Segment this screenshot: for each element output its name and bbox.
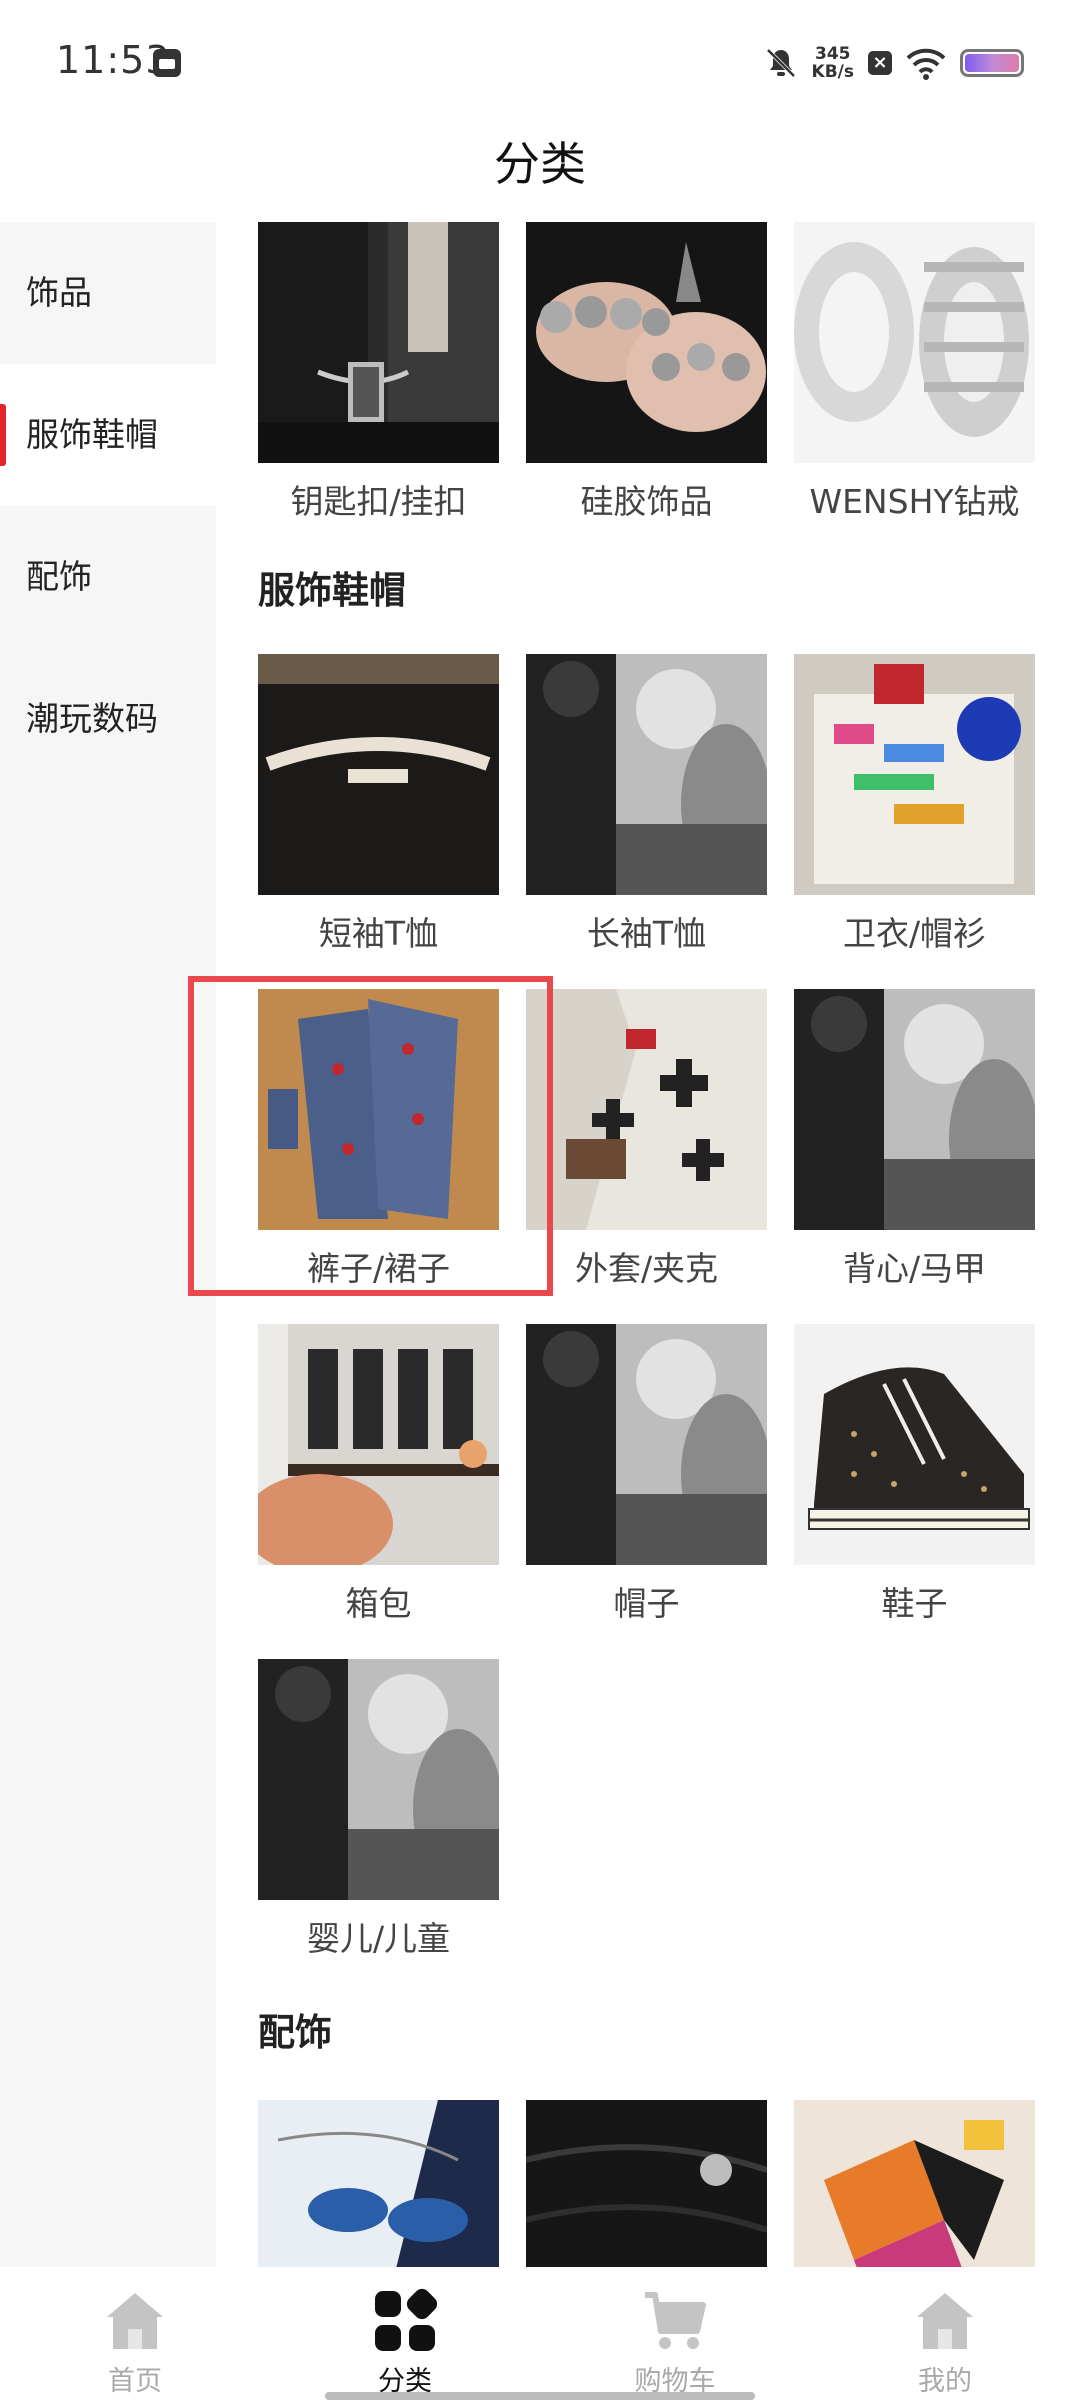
status-icons: 345 KB/s × <box>764 38 1024 88</box>
status-bar: 11:53 345 KB/s × <box>0 0 1080 125</box>
wifi-icon <box>906 48 946 80</box>
black-tshirt-photo <box>258 654 499 895</box>
bottom-navigation: 首页 分类 购物车 我的 <box>0 2267 1080 2408</box>
home-indicator-bar[interactable] <box>325 2392 755 2400</box>
sidebar-item-apparel[interactable]: 服饰鞋帽 <box>0 364 216 506</box>
sidebar-item-jewelry[interactable]: 饰品 <box>0 222 216 364</box>
diamond-rings-photo <box>794 222 1035 463</box>
network-speed: 345 KB/s <box>812 45 854 81</box>
store-flowers-photo <box>258 1324 499 1565</box>
category-tile[interactable]: 鞋子 <box>794 1324 1035 1625</box>
rings-hands-photo <box>526 222 767 463</box>
category-tile[interactable]: 箱包 <box>258 1324 499 1625</box>
nav-label: 我的 <box>918 2366 972 2397</box>
category-tile[interactable]: 背心/马甲 <box>794 989 1035 1290</box>
profile-icon <box>917 2293 973 2349</box>
nav-label: 首页 <box>108 2366 162 2397</box>
cross-jacket-photo <box>526 989 767 1230</box>
leather-bag-photo <box>526 2100 767 2267</box>
category-tile[interactable]: 帽子 <box>526 1324 767 1625</box>
category-tile[interactable]: 短袖T恤 <box>258 654 499 955</box>
category-tile[interactable]: 长袖T恤 <box>526 654 767 955</box>
tile-label: 钥匙扣/挂扣 <box>290 482 467 521</box>
nav-cart[interactable]: 购物车 <box>540 2267 810 2408</box>
tile-label: 婴儿/儿童 <box>306 1919 451 1958</box>
tile-label: 背心/马甲 <box>842 1249 987 1288</box>
category-tile[interactable] <box>258 2100 499 2267</box>
high-top-sneaker-photo <box>794 1324 1035 1565</box>
category-tile[interactable]: 硅胶饰品 <box>526 222 767 523</box>
calendar-notification-icon <box>153 49 181 77</box>
section-title-accessories: 配饰 <box>258 2011 332 2054</box>
category-tile[interactable]: WENSHY钻戒 <box>794 222 1035 523</box>
category-tile[interactable] <box>526 2100 767 2267</box>
category-tile[interactable]: 婴儿/儿童 <box>258 1659 499 1960</box>
keychain-photo <box>258 222 499 463</box>
no-sim-icon: × <box>868 51 892 75</box>
hoodie-caps-photo <box>794 654 1035 895</box>
category-tile[interactable] <box>794 2100 1035 2267</box>
speed-unit: KB/s <box>811 62 854 82</box>
category-sidebar: 饰品 服饰鞋帽 配饰 潮玩数码 <box>0 222 216 2267</box>
category-tile[interactable]: 卫衣/帽衫 <box>794 654 1035 955</box>
bw-people-photo <box>258 1659 499 1900</box>
bw-people-photo <box>526 1324 767 1565</box>
category-tile[interactable]: 钥匙扣/挂扣 <box>258 222 499 523</box>
tile-label: WENSHY钻戒 <box>809 482 1020 521</box>
eyewear-chain-photo <box>258 2100 499 2267</box>
tile-label: 箱包 <box>345 1584 412 1623</box>
tile-label: 硅胶饰品 <box>580 482 713 521</box>
home-icon <box>107 2293 163 2349</box>
tile-label: 短袖T恤 <box>318 914 439 953</box>
speed-value: 345 <box>815 44 851 64</box>
bw-people-photo <box>526 654 767 895</box>
nav-category[interactable]: 分类 <box>270 2267 540 2408</box>
tile-label: 帽子 <box>613 1584 680 1623</box>
highlight-box <box>188 976 553 1296</box>
battery-icon <box>960 49 1024 77</box>
page-title: 分类 <box>494 137 586 191</box>
tile-label: 卫衣/帽衫 <box>842 914 987 953</box>
sidebar-item-toys-digital[interactable]: 潮玩数码 <box>0 648 216 790</box>
tile-label: 长袖T恤 <box>586 914 707 953</box>
colorful-scarf-photo <box>794 2100 1035 2267</box>
bw-people-photo <box>794 989 1035 1230</box>
section-title-apparel: 服饰鞋帽 <box>258 569 406 612</box>
category-tile[interactable]: 外套/夹克 <box>526 989 767 1290</box>
tile-label: 鞋子 <box>881 1584 948 1623</box>
tile-label: 外套/夹克 <box>574 1249 719 1288</box>
nav-home[interactable]: 首页 <box>0 2267 270 2408</box>
sidebar-item-accessories[interactable]: 配饰 <box>0 506 216 648</box>
nav-profile[interactable]: 我的 <box>810 2267 1080 2408</box>
mute-bell-icon <box>766 48 795 78</box>
cart-icon <box>645 2292 706 2349</box>
category-icon <box>375 2288 438 2351</box>
